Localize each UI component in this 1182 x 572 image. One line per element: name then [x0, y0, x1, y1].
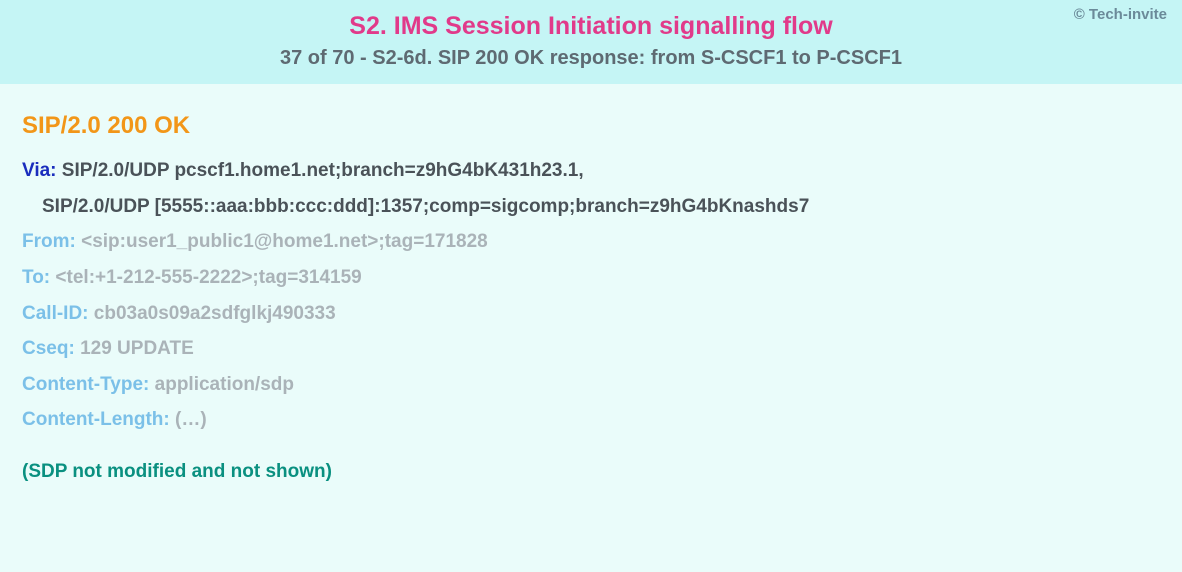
via-header-name: Via: — [22, 160, 57, 181]
from-header-name: From: — [22, 231, 76, 252]
to-header-value: <tel:+1-212-555-2222>;tag=314159 — [55, 267, 361, 288]
via-header-line1: Via: SIP/2.0/UDP pcscf1.home1.net;branch… — [22, 158, 1160, 184]
sdp-note: (SDP not modified and not shown) — [22, 461, 1160, 483]
from-header-value: <sip:user1_public1@home1.net>;tag=171828 — [81, 231, 488, 252]
via-header-value1: SIP/2.0/UDP pcscf1.home1.net;branch=z9hG… — [62, 160, 584, 181]
contentlength-header-name: Content-Length: — [22, 409, 170, 430]
to-header-name: To: — [22, 267, 50, 288]
cseq-header-name: Cseq: — [22, 338, 75, 359]
callid-header-value: cb03a0s09a2sdfglkj490333 — [94, 303, 336, 324]
to-header-line: To: <tel:+1-212-555-2222>;tag=314159 — [22, 265, 1160, 291]
copyright-text: © Tech-invite — [1074, 6, 1167, 23]
callid-header-name: Call-ID: — [22, 303, 89, 324]
contentlength-header-line: Content-Length: (…) — [22, 407, 1160, 433]
callid-header-line: Call-ID: cb03a0s09a2sdfglkj490333 — [22, 301, 1160, 327]
content-area: SIP/2.0 200 OK Via: SIP/2.0/UDP pcscf1.h… — [0, 84, 1182, 572]
contenttype-header-value: application/sdp — [155, 374, 294, 395]
contenttype-header-name: Content-Type: — [22, 374, 149, 395]
cseq-header-line: Cseq: 129 UPDATE — [22, 336, 1160, 362]
via-header-line2: SIP/2.0/UDP [5555::aaa:bbb:ccc:ddd]:1357… — [22, 194, 1160, 220]
document-container: © Tech-invite S2. IMS Session Initiation… — [0, 0, 1182, 568]
sub-title: 37 of 70 - S2-6d. SIP 200 OK response: f… — [15, 47, 1167, 70]
from-header-line: From: <sip:user1_public1@home1.net>;tag=… — [22, 229, 1160, 255]
sip-response-line: SIP/2.0 200 OK — [22, 112, 1160, 140]
cseq-header-value: 129 UPDATE — [80, 338, 194, 359]
via-header-value2: SIP/2.0/UDP [5555::aaa:bbb:ccc:ddd]:1357… — [42, 196, 809, 217]
contenttype-header-line: Content-Type: application/sdp — [22, 372, 1160, 398]
header-band: © Tech-invite S2. IMS Session Initiation… — [0, 0, 1182, 84]
contentlength-header-value: (…) — [175, 409, 207, 430]
main-title: S2. IMS Session Initiation signalling fl… — [15, 12, 1167, 41]
